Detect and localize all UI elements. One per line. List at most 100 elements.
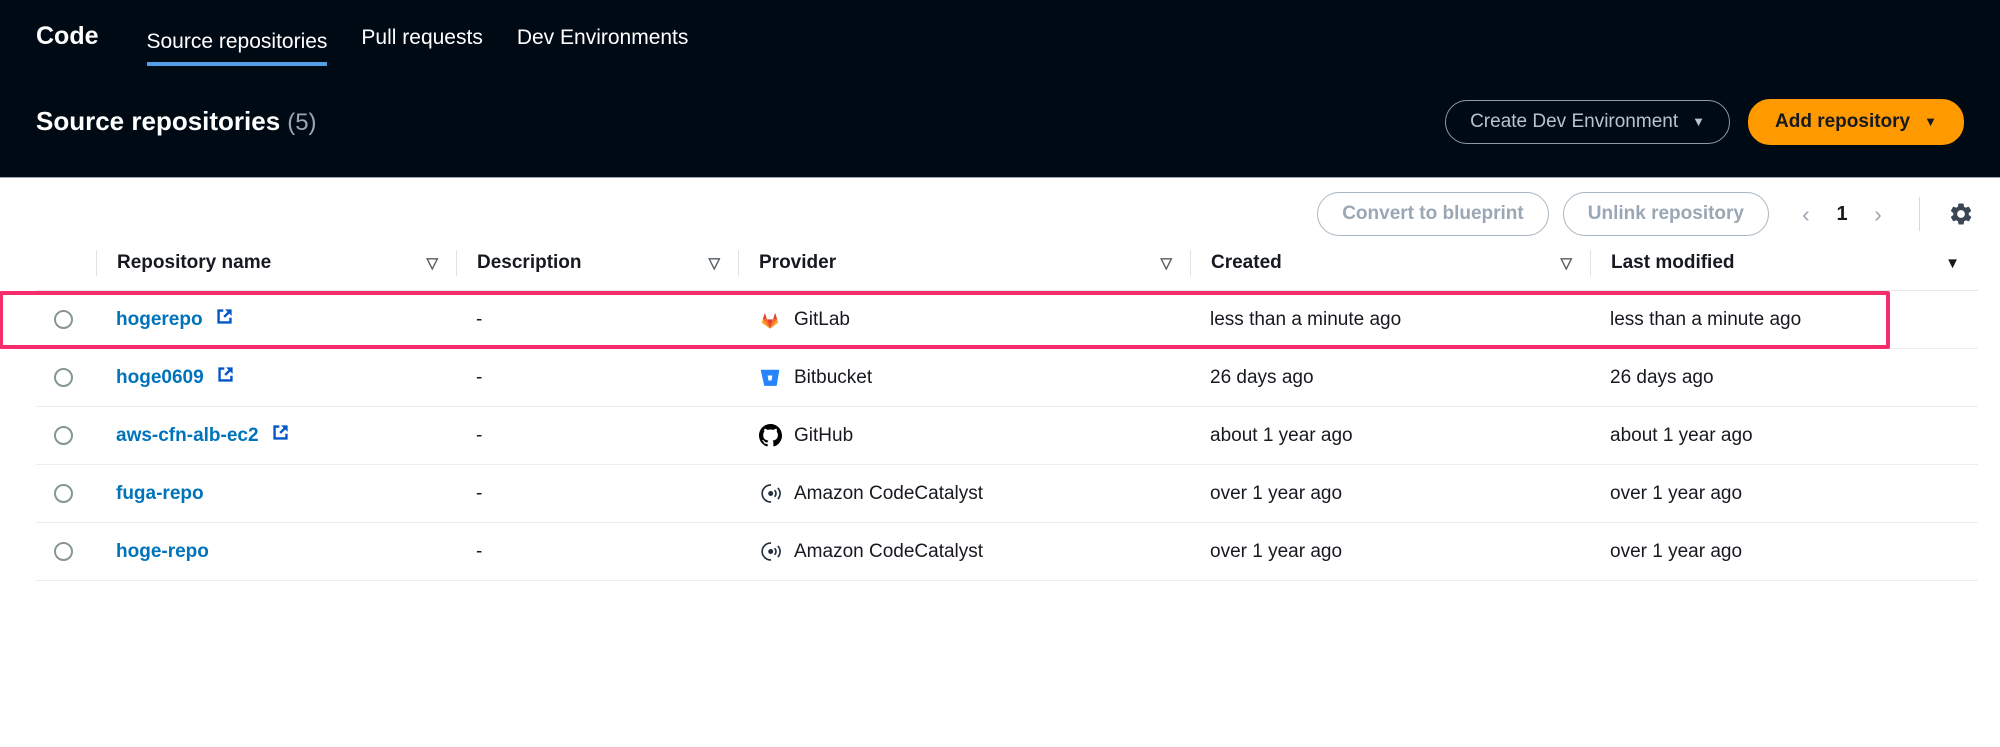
column-header-last-modified[interactable]: Last modified ▼ — [1590, 250, 1978, 291]
description-value: - — [476, 366, 483, 388]
provider-name: GitLab — [794, 308, 850, 330]
create-dev-environment-label: Create Dev Environment — [1470, 110, 1679, 132]
row-provider-cell: GitLab — [738, 290, 1190, 349]
previous-page-icon[interactable]: ‹ — [1789, 197, 1823, 231]
table-row[interactable]: aws-cfn-alb-ec2 - GitHub about 1 year ag… — [36, 406, 1978, 465]
nav-tabs: Source repositories Pull requests Dev En… — [146, 27, 689, 66]
row-description-cell: - — [456, 464, 738, 523]
top-navigation: Code Source repositories Pull requests D… — [0, 0, 2000, 66]
next-page-icon[interactable]: › — [1861, 197, 1895, 231]
page-title-text: Source repositories — [36, 106, 281, 136]
repository-link[interactable]: hoge-repo — [116, 541, 209, 563]
gear-icon[interactable] — [1944, 197, 1978, 231]
page-header-row: Source repositories (5) Create Dev Enviro… — [0, 66, 2000, 177]
convert-to-blueprint-button[interactable]: Convert to blueprint — [1317, 192, 1549, 236]
row-provider-cell: Amazon CodeCatalyst — [738, 464, 1190, 523]
repositories-table-container: Repository name ▽ Description ▽ Provider… — [0, 250, 2000, 581]
row-repository-name-cell: fuga-repo — [96, 464, 456, 523]
tab-pull-requests[interactable]: Pull requests — [361, 27, 482, 66]
description-value: - — [476, 308, 483, 330]
sort-icon-repository-name[interactable]: ▽ — [426, 256, 456, 271]
tab-source-repositories[interactable]: Source repositories — [146, 31, 328, 66]
external-link-icon[interactable] — [216, 365, 235, 390]
sort-icon-provider[interactable]: ▽ — [1160, 256, 1190, 271]
row-radio-button[interactable] — [54, 426, 73, 445]
add-repository-button[interactable]: Add repository ▼ — [1748, 98, 1964, 145]
row-last-modified-cell: over 1 year ago — [1590, 464, 1978, 523]
column-header-created[interactable]: Created ▽ — [1190, 250, 1590, 291]
external-link-icon[interactable] — [271, 423, 290, 448]
row-description-cell: - — [456, 406, 738, 465]
nav-brand: Code — [36, 22, 99, 50]
table-body: hogerepo - GitLab less than a minute ago… — [36, 290, 1978, 581]
created-value: about 1 year ago — [1210, 424, 1353, 446]
table-header: Repository name ▽ Description ▽ Provider… — [36, 250, 1978, 291]
table-row[interactable]: hogerepo - GitLab less than a minute ago… — [36, 290, 1978, 349]
sort-icon-created[interactable]: ▽ — [1560, 256, 1590, 271]
provider-name: Amazon CodeCatalyst — [794, 540, 984, 562]
pagination: ‹ 1 › — [1789, 197, 1895, 231]
column-label-last-modified: Last modified — [1611, 252, 1735, 273]
last-modified-value: over 1 year ago — [1610, 540, 1743, 562]
row-last-modified-cell: over 1 year ago — [1590, 522, 1978, 581]
column-label-provider: Provider — [759, 252, 837, 273]
row-repository-name-cell: hoge-repo — [96, 522, 456, 581]
row-description-cell: - — [456, 290, 738, 349]
row-created-cell: over 1 year ago — [1190, 522, 1590, 581]
chevron-down-icon: ▼ — [1692, 114, 1705, 129]
table-row[interactable]: hoge0609 - Bitbucket 26 days ago 26 days… — [36, 348, 1978, 407]
table-toolbar: Convert to blueprint Unlink repository ‹… — [0, 178, 2000, 250]
repository-link[interactable]: aws-cfn-alb-ec2 — [116, 425, 259, 447]
row-select-cell — [36, 348, 96, 407]
row-radio-button[interactable] — [54, 484, 73, 503]
table-row[interactable]: fuga-repo - Amazon CodeCatalyst over 1 y… — [36, 464, 1978, 523]
created-value: over 1 year ago — [1210, 482, 1343, 504]
sort-icon-last-modified[interactable]: ▼ — [1945, 256, 1978, 271]
row-last-modified-cell: less than a minute ago — [1590, 290, 1978, 349]
column-header-select — [36, 250, 96, 291]
column-header-repository-name[interactable]: Repository name ▽ — [96, 250, 456, 291]
row-select-cell — [36, 290, 96, 349]
created-value: 26 days ago — [1210, 366, 1314, 388]
column-header-provider[interactable]: Provider ▽ — [738, 250, 1190, 291]
row-created-cell: over 1 year ago — [1190, 464, 1590, 523]
page-title-count: (5) — [287, 109, 317, 136]
last-modified-value: 26 days ago — [1610, 366, 1714, 388]
repository-link[interactable]: hoge0609 — [116, 367, 204, 389]
row-last-modified-cell: 26 days ago — [1590, 348, 1978, 407]
codecatalyst-icon — [758, 482, 782, 506]
page-title: Source repositories (5) — [36, 106, 317, 137]
row-select-cell — [36, 522, 96, 581]
row-created-cell: about 1 year ago — [1190, 406, 1590, 465]
tab-dev-environments[interactable]: Dev Environments — [517, 27, 689, 66]
column-header-description[interactable]: Description ▽ — [456, 250, 738, 291]
description-value: - — [476, 424, 483, 446]
create-dev-environment-button[interactable]: Create Dev Environment ▼ — [1445, 99, 1730, 144]
row-select-cell — [36, 406, 96, 465]
row-radio-button[interactable] — [54, 368, 73, 387]
row-last-modified-cell: about 1 year ago — [1590, 406, 1978, 465]
row-radio-button[interactable] — [54, 310, 73, 329]
table-row[interactable]: hoge-repo - Amazon CodeCatalyst over 1 y… — [36, 522, 1978, 581]
chevron-down-icon: ▼ — [1924, 114, 1937, 129]
page-number-1[interactable]: 1 — [1829, 203, 1855, 226]
provider-name: GitHub — [794, 424, 854, 446]
repository-link[interactable]: hogerepo — [116, 309, 203, 331]
external-link-icon[interactable] — [215, 307, 234, 332]
row-provider-cell: GitHub — [738, 406, 1190, 465]
provider-name: Amazon CodeCatalyst — [794, 482, 984, 504]
provider-name: Bitbucket — [794, 366, 873, 388]
unlink-repository-button[interactable]: Unlink repository — [1562, 192, 1769, 236]
repositories-table: Repository name ▽ Description ▽ Provider… — [36, 250, 1978, 581]
bitbucket-icon — [758, 366, 782, 390]
row-radio-button[interactable] — [54, 542, 73, 561]
sort-icon-description[interactable]: ▽ — [708, 256, 738, 271]
row-provider-cell: Amazon CodeCatalyst — [738, 522, 1190, 581]
created-value: over 1 year ago — [1210, 540, 1343, 562]
row-description-cell: - — [456, 348, 738, 407]
last-modified-value: less than a minute ago — [1610, 308, 1802, 330]
dark-header: Code Source repositories Pull requests D… — [0, 0, 2000, 178]
column-label-description: Description — [477, 252, 582, 273]
column-label-created: Created — [1211, 252, 1282, 273]
repository-link[interactable]: fuga-repo — [116, 483, 204, 505]
